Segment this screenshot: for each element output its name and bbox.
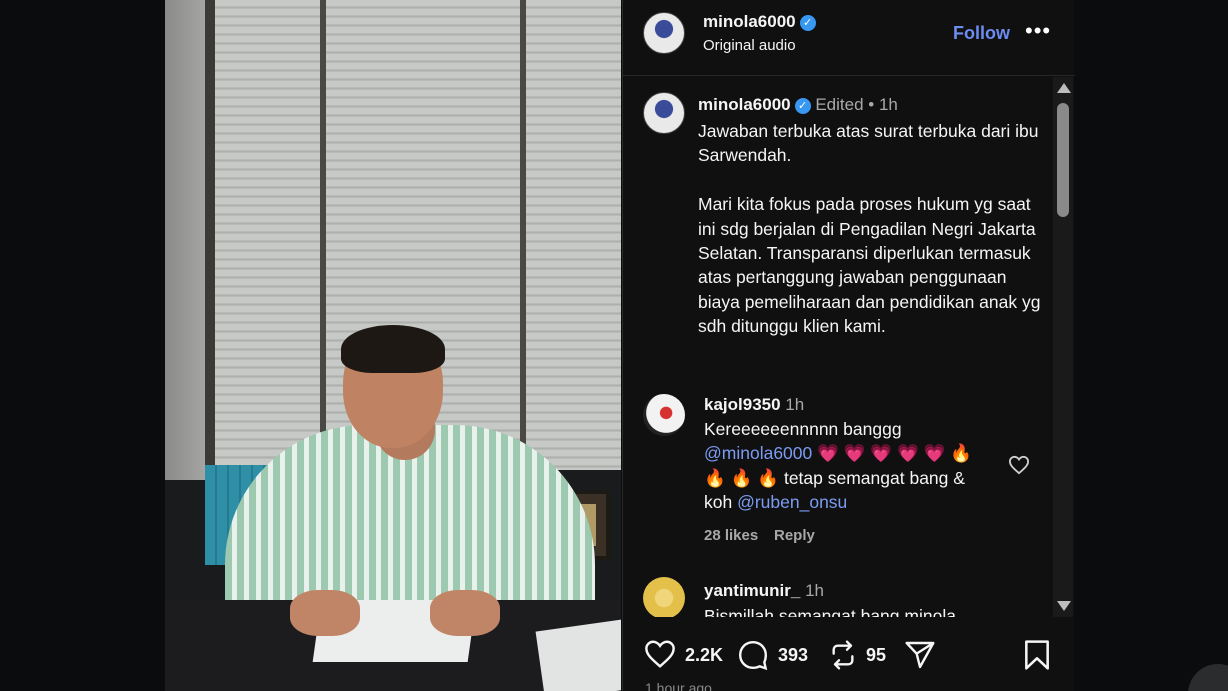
post-panel: minola6000 ✓ Original audio Follow ••• mi… [622, 0, 1075, 691]
scrollbar-thumb[interactable] [1057, 103, 1069, 217]
caption-username[interactable]: minola6000 [698, 95, 791, 114]
comments-list[interactable]: minola6000 ✓ Edited • 1h Jawaban terbuka … [623, 77, 1051, 617]
comment-likes[interactable]: 28 likes [704, 527, 758, 544]
comment-header: kajol9350 1h [704, 395, 804, 415]
caption-time: 1h [878, 95, 898, 114]
comment-time: 1h [805, 581, 825, 600]
emoji-fire: 🔥 🔥 🔥 [704, 467, 780, 488]
verified-icon: ✓ [799, 15, 816, 31]
scroll-down-icon[interactable] [1057, 601, 1071, 611]
paper [535, 619, 621, 691]
verified-icon: ✓ [794, 98, 811, 114]
person-hair [341, 325, 445, 373]
like-count[interactable]: 2.2K [685, 645, 723, 666]
window-frame [205, 0, 215, 480]
comment-username[interactable]: yantimunir_ [704, 581, 800, 600]
bookmark-icon[interactable] [1023, 639, 1051, 671]
mention-link[interactable]: @ruben_onsu [737, 492, 847, 512]
comment-time: 1h [785, 395, 805, 414]
caption-avatar[interactable] [643, 92, 685, 134]
comment-icon[interactable] [737, 639, 769, 671]
edited-label: Edited [815, 95, 864, 114]
reply-button[interactable]: Reply [774, 527, 815, 544]
comment-text: Bismillah semangat bang minola [704, 606, 956, 617]
wall [165, 0, 210, 480]
window-pole [520, 0, 526, 480]
repost-count[interactable]: 95 [866, 645, 886, 666]
like-icon[interactable] [643, 639, 677, 669]
header-username[interactable]: minola6000 ✓ [703, 12, 816, 32]
original-audio-link[interactable]: Original audio [703, 37, 796, 54]
mention-link[interactable]: @minola6000 [704, 443, 812, 463]
post-header: minola6000 ✓ Original audio Follow ••• [623, 0, 1075, 76]
comment-header: yantimunir_ 1h [704, 581, 824, 601]
comment-count[interactable]: 393 [778, 645, 808, 666]
comment-avatar[interactable] [643, 394, 685, 436]
action-bar: 2.2K 393 95 [623, 630, 1075, 680]
hand [290, 590, 360, 636]
comment-like-icon[interactable] [1008, 455, 1030, 475]
scroll-up-icon[interactable] [1057, 83, 1071, 93]
caption-text: Jawaban terbuka atas surat terbuka dari … [698, 121, 1041, 337]
repost-icon[interactable] [827, 639, 859, 671]
more-options-icon[interactable]: ••• [1025, 18, 1051, 44]
avatar[interactable] [643, 12, 685, 54]
video-player[interactable] [165, 0, 621, 691]
post-timestamp: 1 hour ago [645, 680, 712, 691]
follow-button[interactable]: Follow [953, 23, 1010, 44]
caption-header: minola6000 ✓ Edited • 1h [698, 95, 898, 114]
window-pole [320, 0, 326, 480]
corner-button[interactable] [1188, 664, 1228, 691]
scrollbar[interactable] [1053, 77, 1073, 617]
comment-avatar[interactable] [643, 577, 685, 617]
hand [430, 590, 500, 636]
emoji-hearts: 💗 💗 💗 💗 💗 🔥 [817, 443, 973, 464]
share-icon[interactable] [904, 639, 936, 671]
comment-text: Kereeeeeennnnn banggg @minola6000 💗 💗 💗 … [704, 419, 973, 513]
comment-username[interactable]: kajol9350 [704, 395, 781, 414]
